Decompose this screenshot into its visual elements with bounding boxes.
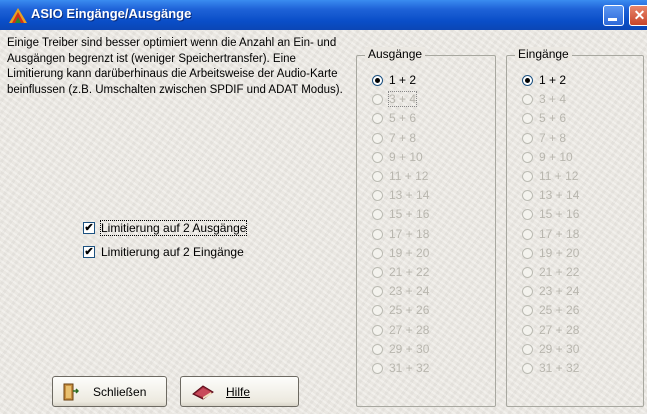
radio-button[interactable] [522,324,533,336]
radio-label: 13 + 14 [389,188,430,203]
radio-label: 31 + 32 [389,361,430,375]
radio-label: 3 + 4 [387,91,418,108]
radio-button[interactable] [372,247,383,259]
radio-label: 29 + 30 [539,341,580,356]
radio-label: 27 + 28 [539,322,580,337]
radio-label: 9 + 10 [539,149,573,164]
radio-button[interactable] [522,171,533,182]
radio-label: 7 + 8 [539,130,567,145]
help-button-label: Hilfe [226,385,251,399]
radio-button[interactable] [522,94,533,106]
radio-button[interactable] [372,363,383,374]
radio-button[interactable] [522,113,533,125]
close-window-button[interactable]: ✕ [629,5,647,26]
checkbox-box[interactable]: ✔ [83,246,95,258]
radio-button[interactable] [522,305,533,317]
radio-button[interactable] [372,94,383,106]
radio-label: 5 + 6 [539,111,567,126]
radio-button[interactable] [522,267,533,278]
radio-button[interactable] [372,286,383,298]
radio-button[interactable] [522,132,533,144]
radio-button[interactable] [522,247,533,259]
radio-label: 9 + 10 [389,149,423,164]
window-title: ASIO Eingänge/Ausgänge [31,6,192,21]
radio-button[interactable] [372,151,383,163]
radio-button[interactable] [522,228,533,240]
limit-inputs-label: Limitierung auf 2 Eingänge [101,245,244,259]
inputs-group-title: Eingänge [515,47,572,61]
radio-label: 13 + 14 [539,188,580,203]
description-text: Einige Treiber sind besser optimiert wen… [7,37,343,96]
radio-button[interactable] [372,132,383,144]
outputs-group-title: Ausgänge [365,47,426,61]
close-button[interactable]: Schließen [52,376,167,407]
radio-label: 17 + 18 [389,226,430,241]
radio-label: 7 + 8 [389,130,417,145]
radio-label: 19 + 20 [539,245,580,260]
radio-label: 23 + 24 [539,284,580,299]
radio-label: 25 + 26 [389,303,430,318]
radio-button[interactable] [522,190,533,202]
outputs-group: Ausgänge 1 + 2 3 + 4 5 + 6 7 + 8 9 + 10 11 + … [356,47,496,407]
radio-button[interactable] [372,75,383,86]
limit-outputs-label: Limitierung auf 2 Ausgänge [99,220,248,236]
help-button[interactable]: Hilfe [180,376,299,407]
close-icon: ✕ [633,7,646,23]
radio-label: 15 + 16 [389,207,430,222]
radio-label: 29 + 30 [389,341,430,356]
radio-button[interactable] [372,228,383,240]
inputs-group: Eingänge 1 + 2 3 + 4 5 + 6 7 + 8 9 + 10 11 + … [506,47,644,407]
asio-dialog: ASIO Eingänge/Ausgänge ✕ Einige Treiber … [0,0,647,414]
radio-label: 5 + 6 [389,111,417,126]
radio-label: 15 + 16 [539,207,580,222]
radio-label: 21 + 22 [389,265,430,279]
radio-label: 11 + 12 [539,169,579,183]
radio-label: 25 + 26 [539,303,580,318]
radio-button[interactable] [522,75,533,86]
radio-label: 17 + 18 [539,226,580,241]
radio-label: 23 + 24 [389,284,430,299]
radio-label: 1 + 2 [389,73,417,87]
radio-label: 19 + 20 [389,245,430,260]
radio-button[interactable] [372,209,383,221]
radio-button[interactable] [372,171,383,182]
radio-label: 3 + 4 [539,92,567,107]
radio-button[interactable] [372,113,383,125]
radio-button[interactable] [522,343,533,355]
radio-button[interactable] [372,324,383,336]
radio-label: 11 + 12 [389,169,429,183]
app-logo-icon [9,8,27,23]
minimize-button[interactable] [603,5,624,26]
radio-button[interactable] [372,190,383,202]
radio-label: 21 + 22 [539,265,580,279]
radio-button[interactable] [522,363,533,374]
help-book-icon [192,385,214,400]
radio-button[interactable] [372,305,383,317]
radio-button[interactable] [372,267,383,278]
radio-button[interactable] [522,151,533,163]
radio-button[interactable] [372,343,383,355]
radio-label: 27 + 28 [389,322,430,337]
checkbox-box[interactable]: ✔ [83,222,95,234]
title-bar[interactable]: ASIO Eingänge/Ausgänge ✕ [0,0,647,30]
radio-label: 31 + 32 [539,361,580,375]
close-button-label: Schließen [93,385,147,399]
exit-door-icon [63,383,79,401]
radio-label: 1 + 2 [539,73,567,87]
radio-button[interactable] [522,209,533,221]
radio-button[interactable] [522,286,533,298]
